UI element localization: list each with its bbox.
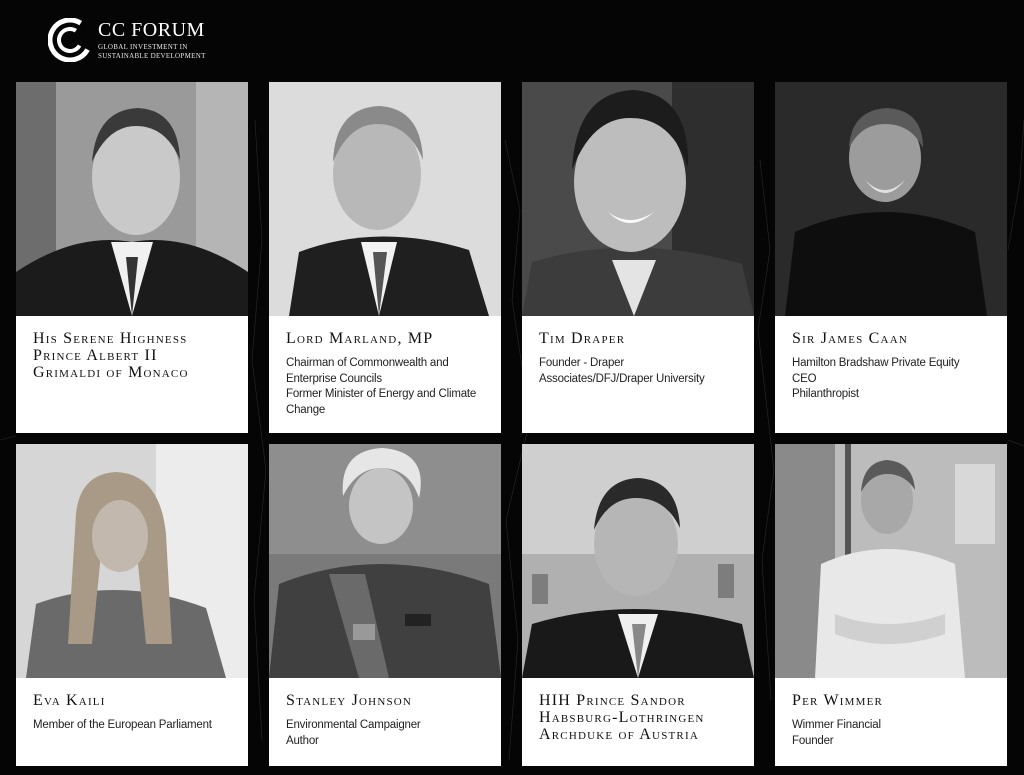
speaker-card[interactable]: Lord Marland, MP Chairman of Commonwealt… <box>269 82 501 433</box>
speaker-name: Per Wimmer <box>792 692 884 709</box>
speaker-description: Member of the European Parliament <box>33 719 212 731</box>
speaker-name: His Serene Highness Prince Albert II Gri… <box>33 330 189 381</box>
speaker-name: Sir James Caan <box>792 330 908 347</box>
speaker-card[interactable]: Stanley Johnson Environmental Campaigner… <box>269 444 501 766</box>
speaker-info: Tim Draper Founder - Draper Associates/D… <box>522 316 754 433</box>
speaker-card[interactable]: HIH Prince Sandor Habsburg-Lothringen Ar… <box>522 444 754 766</box>
speaker-photo <box>16 444 248 678</box>
speaker-card[interactable]: Tim Draper Founder - Draper Associates/D… <box>522 82 754 433</box>
speaker-photo <box>775 82 1007 316</box>
speaker-name: HIH Prince Sandor Habsburg-Lothringen Ar… <box>539 692 705 743</box>
speaker-photo <box>16 82 248 316</box>
speaker-description: Hamilton Bradshaw Private Equity CEO Phi… <box>792 357 960 400</box>
speaker-card[interactable]: Eva Kaili Member of the European Parliam… <box>16 444 248 766</box>
speaker-card[interactable]: His Serene Highness Prince Albert II Gri… <box>16 82 248 433</box>
cc-logo-icon[interactable] <box>48 18 92 62</box>
speaker-info: Lord Marland, MP Chairman of Commonwealt… <box>269 316 501 433</box>
speaker-info: Per Wimmer Wimmer Financial Founder <box>775 678 1007 766</box>
speaker-name: Lord Marland, MP <box>286 330 434 347</box>
speaker-description: Chairman of Commonwealth and Enterprise … <box>286 357 477 416</box>
speaker-photo <box>269 82 501 316</box>
speaker-description: Wimmer Financial Founder <box>792 719 881 747</box>
speaker-description: Founder - Draper Associates/DFJ/Draper U… <box>539 357 705 385</box>
speaker-info: HIH Prince Sandor Habsburg-Lothringen Ar… <box>522 678 754 766</box>
speaker-info: Stanley Johnson Environmental Campaigner… <box>269 678 501 766</box>
speaker-info: His Serene Highness Prince Albert II Gri… <box>16 316 248 433</box>
speaker-info: Eva Kaili Member of the European Parliam… <box>16 678 248 766</box>
speaker-name: Eva Kaili <box>33 692 106 709</box>
speaker-photo <box>775 444 1007 678</box>
speaker-photo <box>522 82 754 316</box>
site-header: CC FORUM GLOBAL INVESTMENT IN SUSTAINABL… <box>48 16 206 64</box>
speaker-name: Tim Draper <box>539 330 626 347</box>
speaker-name: Stanley Johnson <box>286 692 413 709</box>
brand-subtitle-line2: SUSTAINABLE DEVELOPMENT <box>98 51 206 60</box>
brand-subtitle-line1: GLOBAL INVESTMENT IN <box>98 42 188 51</box>
speaker-card[interactable]: Sir James Caan Hamilton Bradshaw Private… <box>775 82 1007 433</box>
speaker-description: Environmental Campaigner Author <box>286 719 421 747</box>
brand-text: CC FORUM GLOBAL INVESTMENT IN SUSTAINABL… <box>98 20 206 61</box>
speaker-photo <box>522 444 754 678</box>
brand-title[interactable]: CC FORUM <box>98 20 206 40</box>
speaker-card[interactable]: Per Wimmer Wimmer Financial Founder <box>775 444 1007 766</box>
speaker-photo <box>269 444 501 678</box>
speaker-info: Sir James Caan Hamilton Bradshaw Private… <box>775 316 1007 433</box>
